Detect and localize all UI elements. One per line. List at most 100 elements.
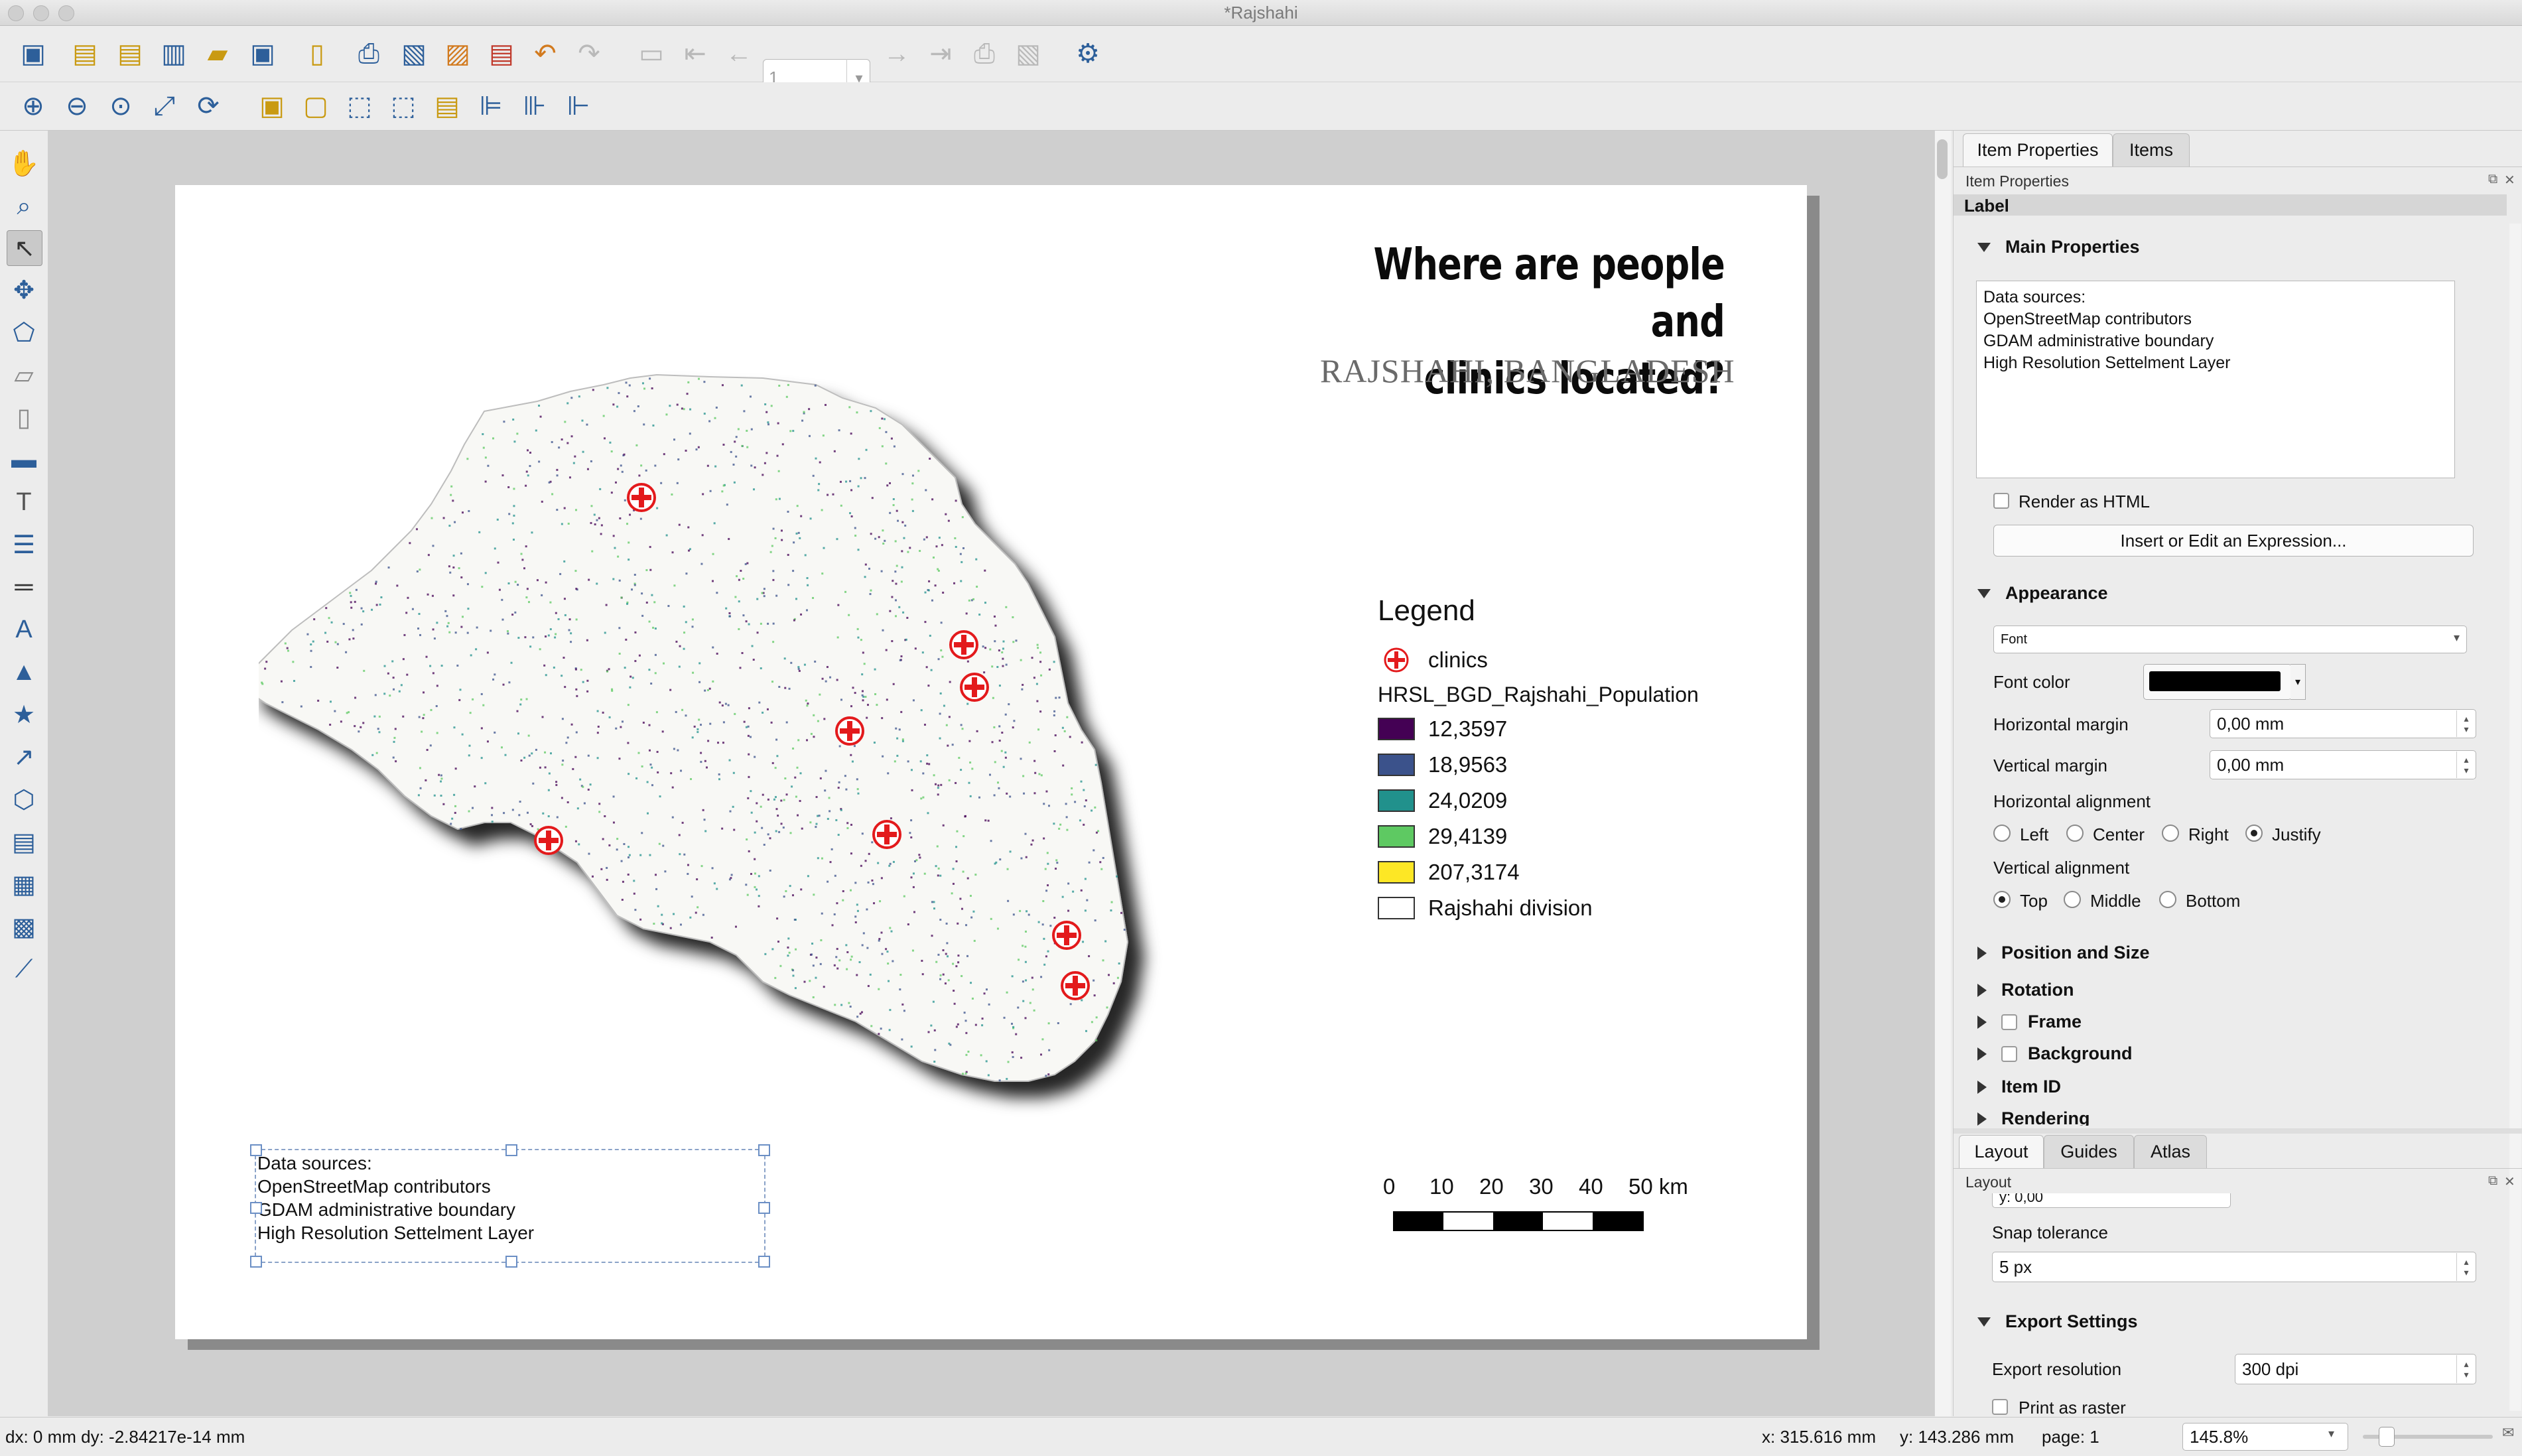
- section-position-size[interactable]: Position and Size: [1977, 943, 2150, 963]
- canvas-vertical-scrollbar[interactable]: [1934, 131, 1951, 1416]
- tab-guides[interactable]: Guides: [2044, 1135, 2134, 1168]
- lock-items-icon[interactable]: ▣: [255, 89, 289, 123]
- zoom-actual-icon[interactable]: ⊙: [103, 89, 138, 123]
- align-icon[interactable]: ⊫: [474, 89, 508, 123]
- layout-manager-icon[interactable]: ▥: [157, 36, 191, 71]
- zoom-tool-icon[interactable]: ⌕: [7, 189, 41, 224]
- chevron-down-icon[interactable]: ▾: [2328, 1427, 2334, 1441]
- zoom-full-icon[interactable]: ⤢: [147, 89, 182, 123]
- tab-layout[interactable]: Layout: [1959, 1135, 2044, 1168]
- export-resolution-input[interactable]: 300 dpi: [2235, 1354, 2476, 1384]
- add-label-icon[interactable]: T: [7, 485, 41, 519]
- scrollbar-thumb[interactable]: [1937, 139, 1948, 179]
- background-checkbox[interactable]: [2001, 1045, 2017, 1062]
- add-html-icon[interactable]: ▤: [7, 825, 41, 859]
- save-template-icon[interactable]: ▣: [245, 36, 280, 71]
- tab-atlas[interactable]: Atlas: [2134, 1135, 2207, 1168]
- add-shape-icon[interactable]: ▲: [7, 655, 41, 689]
- resize-handle[interactable]: [505, 1256, 517, 1268]
- refresh-icon[interactable]: ⟳: [191, 89, 226, 123]
- float-panel-icon[interactable]: ⧉: [2488, 1173, 2497, 1189]
- horizontal-margin-stepper[interactable]: ▴ ▾: [2456, 710, 2476, 737]
- align-left-radio[interactable]: [1993, 825, 2011, 842]
- raise-icon[interactable]: ▤: [430, 89, 464, 123]
- export-resolution-stepper[interactable]: ▴ ▾: [2456, 1355, 2476, 1383]
- zoom-level-input[interactable]: 145.8%: [2182, 1423, 2348, 1451]
- font-button[interactable]: Font: [1993, 626, 2467, 653]
- unlock-items-icon[interactable]: ▢: [299, 89, 333, 123]
- close-panel-icon[interactable]: ✕: [2504, 1173, 2515, 1190]
- panel-splitter[interactable]: [1954, 1128, 2522, 1134]
- distribute-icon[interactable]: ⊪: [517, 89, 552, 123]
- add-north-arrow-icon[interactable]: A: [7, 612, 41, 647]
- resize-handle[interactable]: [758, 1144, 770, 1156]
- section-rotation[interactable]: Rotation: [1977, 980, 2074, 1000]
- resize-icon[interactable]: ⊩: [561, 89, 596, 123]
- zoom-out-icon[interactable]: ⊖: [60, 89, 94, 123]
- export-svg-icon[interactable]: ▨: [440, 36, 475, 71]
- add-attribute-table-icon[interactable]: ▦: [7, 867, 41, 901]
- y-offset-input[interactable]: y: 0,00: [1992, 1193, 2231, 1208]
- add-node-item-icon[interactable]: ⬡: [7, 782, 41, 817]
- section-item-id[interactable]: Item ID: [1977, 1077, 2061, 1097]
- layout-panel-scrollbar[interactable]: [2509, 1199, 2521, 1411]
- properties-scrollbar[interactable]: [2509, 224, 2521, 1258]
- map-subtitle[interactable]: RAJSHAHI, BANGLADESH: [1320, 352, 1745, 390]
- insert-expression-button[interactable]: Insert or Edit an Expression...: [1993, 525, 2474, 557]
- align-justify-radio[interactable]: [2245, 825, 2263, 842]
- add-picture-icon[interactable]: ▬: [7, 442, 41, 477]
- add-chart-icon[interactable]: ⟋: [7, 952, 41, 986]
- edit-nodes-icon[interactable]: ⬠: [7, 315, 41, 350]
- add-3d-map-icon[interactable]: ▯: [7, 400, 41, 434]
- new-layout-icon[interactable]: ▤: [68, 36, 102, 71]
- group-icon[interactable]: ⬚: [342, 89, 377, 123]
- resize-handle[interactable]: [250, 1256, 262, 1268]
- resize-handle[interactable]: [505, 1144, 517, 1156]
- messages-icon[interactable]: ✉: [2502, 1424, 2514, 1441]
- tab-item-properties[interactable]: Item Properties: [1963, 133, 2113, 166]
- label-text-editor[interactable]: Data sources: OpenStreetMap contributors…: [1976, 281, 2455, 478]
- resize-handle[interactable]: [250, 1144, 262, 1156]
- resize-handle[interactable]: [250, 1202, 262, 1214]
- move-content-icon[interactable]: ✥: [7, 273, 41, 307]
- duplicate-layout-icon[interactable]: ▤: [113, 36, 147, 71]
- section-rendering[interactable]: Rendering: [1977, 1108, 2090, 1126]
- add-scalebar-icon[interactable]: ═: [7, 570, 41, 604]
- snap-tolerance-input[interactable]: 5 px: [1992, 1252, 2476, 1282]
- tab-items[interactable]: Items: [2113, 133, 2190, 166]
- horizontal-margin-input[interactable]: 0,00 mm: [2210, 709, 2476, 738]
- zoom-slider-handle[interactable]: [2379, 1427, 2395, 1447]
- data-sources-label-item[interactable]: Data sources: OpenStreetMap contributors…: [250, 1144, 770, 1268]
- vertical-margin-input[interactable]: 0,00 mm: [2210, 750, 2476, 779]
- undo-icon[interactable]: ↶: [528, 36, 563, 71]
- align-center-radio[interactable]: [2066, 825, 2084, 842]
- section-frame[interactable]: Frame: [1977, 1012, 2082, 1032]
- add-fixed-table-icon[interactable]: ▩: [7, 909, 41, 944]
- align-right-radio[interactable]: [2162, 825, 2179, 842]
- float-panel-icon[interactable]: ⧉: [2488, 172, 2497, 187]
- section-background[interactable]: Background: [1977, 1043, 2133, 1064]
- vertical-margin-stepper[interactable]: ▴ ▾: [2456, 752, 2476, 778]
- pan-icon[interactable]: ✋: [7, 147, 41, 181]
- render-html-checkbox[interactable]: [1993, 493, 2009, 509]
- select-tool-icon[interactable]: ↖: [7, 230, 42, 266]
- atlas-settings-icon-2[interactable]: ⚙: [1071, 36, 1105, 71]
- resize-handle[interactable]: [758, 1202, 770, 1214]
- ungroup-icon[interactable]: ⬚: [386, 89, 421, 123]
- map-item[interactable]: [259, 371, 1201, 1134]
- section-appearance[interactable]: Appearance: [1977, 583, 2108, 604]
- page-setup-icon[interactable]: ▯: [300, 36, 334, 71]
- zoom-in-icon[interactable]: ⊕: [16, 89, 50, 123]
- close-panel-icon[interactable]: ✕: [2504, 172, 2515, 188]
- valign-middle-radio[interactable]: [2064, 891, 2081, 908]
- valign-bottom-radio[interactable]: [2159, 891, 2176, 908]
- snap-tolerance-stepper[interactable]: ▴ ▾: [2456, 1253, 2476, 1281]
- chevron-down-icon[interactable]: ▾: [2290, 664, 2306, 700]
- legend-item[interactable]: Legend clinics HRSL_BGD_Rajshahi_Populat…: [1378, 594, 1802, 926]
- add-arrow-icon[interactable]: ↗: [7, 740, 41, 774]
- valign-top-radio[interactable]: [1993, 891, 2011, 908]
- print-icon[interactable]: ⎙: [352, 36, 386, 71]
- save-icon[interactable]: ▣: [16, 36, 50, 71]
- section-export-settings[interactable]: Export Settings: [1977, 1311, 2138, 1332]
- export-image-icon[interactable]: ▧: [397, 36, 431, 71]
